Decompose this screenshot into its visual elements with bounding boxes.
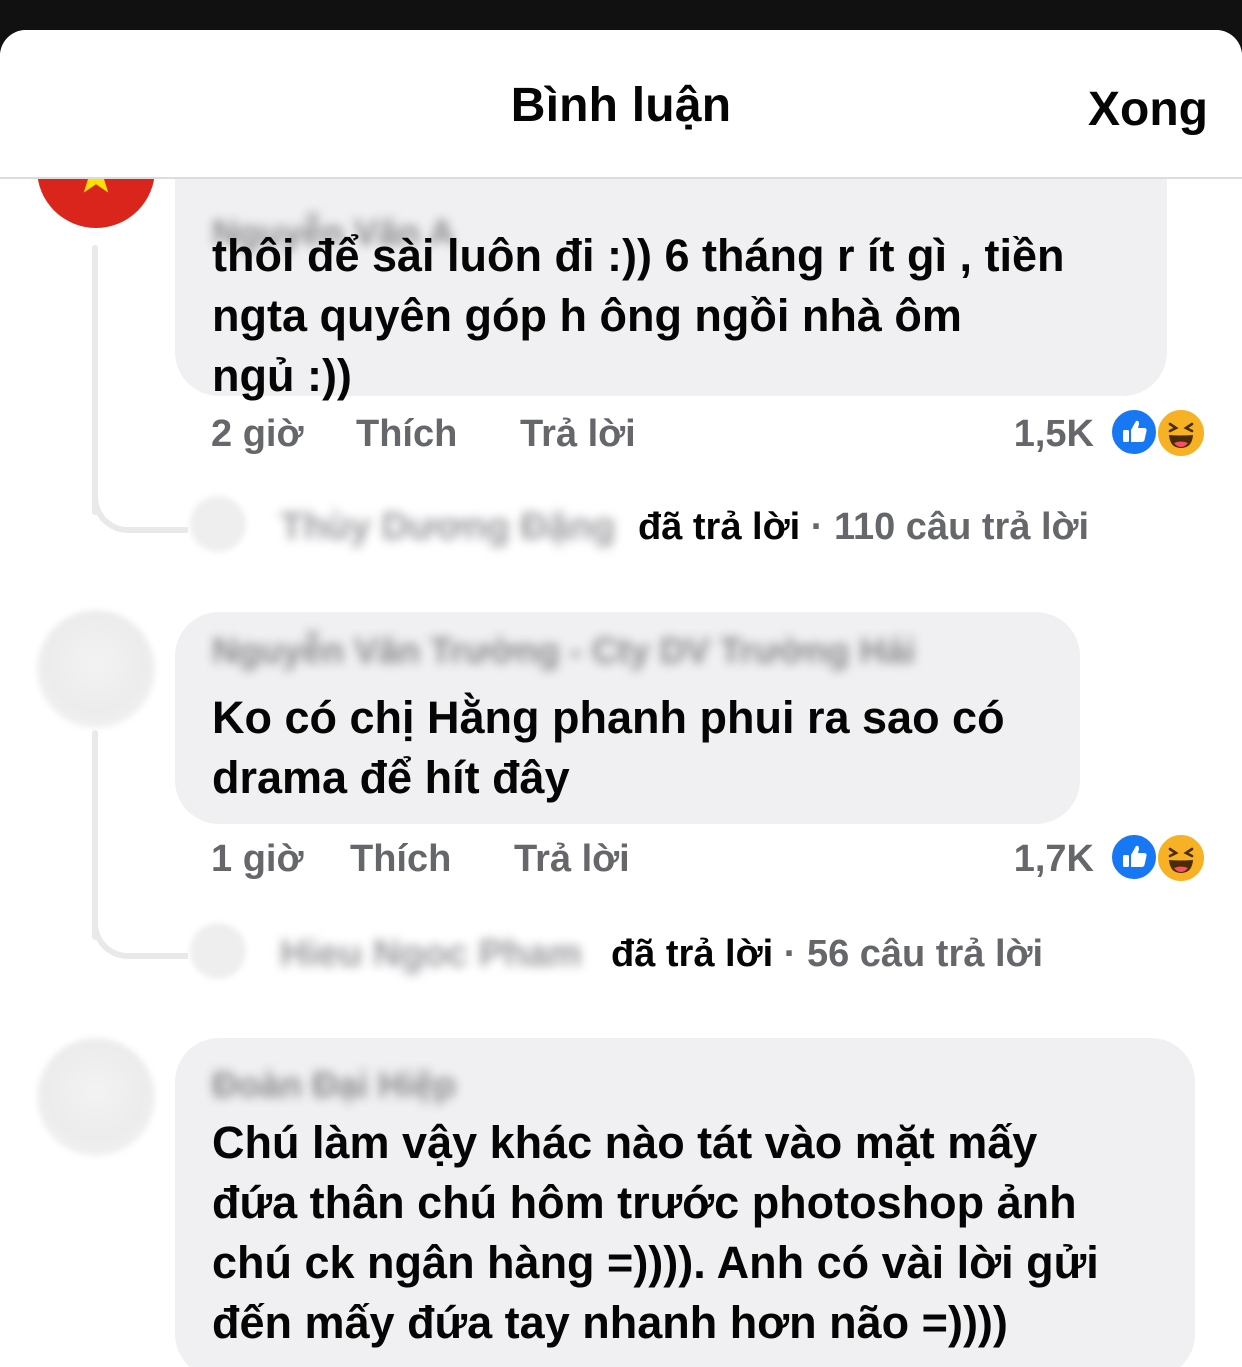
like-button[interactable]: Thích (356, 413, 457, 456)
comments-list[interactable]: Nguyễn Văn A thôi để sài luôn đi :)) 6 t… (0, 30, 1242, 1367)
replies-label: đã trả lời · 110 câu trả lời (638, 506, 1089, 549)
comment-time: 2 giờ (211, 413, 304, 455)
reply-avatar (190, 923, 246, 979)
comment-line: đứa thân chú hôm trước photoshop ảnh (212, 1177, 1077, 1228)
done-button[interactable]: Xong (1088, 82, 1208, 137)
reaction-summary[interactable] (1110, 833, 1208, 883)
sheet-header: Bình luận Xong (0, 30, 1242, 179)
comment-author[interactable]: Nguyễn Văn Trường - Cty DV Trường Hải (212, 630, 915, 672)
replied-text: đã trả lời (611, 933, 774, 975)
comment-time: 1 giờ (211, 838, 304, 880)
reply-count: · 56 câu trả lời (783, 933, 1044, 975)
comment-bubble[interactable]: Nguyễn Văn Trường - Cty DV Trường Hải Ko… (175, 612, 1080, 824)
comment-line: ngta quyên góp h ông ngồi nhà ôm (212, 290, 962, 341)
comment-line: đến mấy đứa tay nhanh hơn não =)))) (212, 1297, 1008, 1348)
comment-bubble[interactable]: Đoàn Đại Hiệp Chú làm vậy khác nào tát v… (175, 1038, 1195, 1367)
reply-button[interactable]: Trả lời (514, 838, 630, 881)
comment-line: chú ck ngân hàng =)))). Anh có vài lời g… (212, 1237, 1099, 1288)
comment-text: Chú làm vậy khác nào tát vào mặt mấy đứa… (212, 1113, 1099, 1353)
like-icon (1110, 408, 1158, 456)
thread-connector (92, 903, 188, 959)
comment-line: Ko có chị Hằng phanh phui ra sao có (212, 692, 1005, 743)
reply-author: Hieu Ngoc Pham (280, 933, 582, 975)
thread-line (92, 245, 98, 515)
like-button[interactable]: Thích (350, 838, 451, 881)
replied-text: đã trả lời (638, 506, 801, 548)
reaction-count[interactable]: 1,5K (1014, 413, 1094, 456)
reaction-count[interactable]: 1,7K (1014, 838, 1094, 881)
comment-line: Chú làm vậy khác nào tát vào mặt mấy (212, 1117, 1038, 1168)
comment-actions: 2 giờ Thích Trả lời 1,5K (0, 408, 1242, 463)
haha-icon (1156, 408, 1206, 458)
avatar[interactable] (37, 610, 155, 728)
comment-line: thôi để sài luôn đi :)) 6 tháng r ít gì … (212, 230, 1065, 281)
comment-line: ngủ :)) (212, 350, 352, 401)
comment-line: drama để hít đây (212, 752, 570, 803)
page-title: Bình luận (510, 79, 732, 132)
thread-connector (92, 477, 188, 533)
comment-text: Ko có chị Hằng phanh phui ra sao có dram… (212, 688, 1005, 808)
reply-button[interactable]: Trả lời (520, 413, 636, 456)
reply-author: Thùy Dương Đặng (280, 506, 616, 548)
reply-avatar (190, 496, 246, 552)
comments-sheet: Nguyễn Văn A thôi để sài luôn đi :)) 6 t… (0, 30, 1242, 1367)
comment-actions: 1 giờ Thích Trả lời 1,7K (0, 833, 1242, 888)
comment-text: thôi để sài luôn đi :)) 6 tháng r ít gì … (212, 226, 1064, 406)
reaction-summary[interactable] (1110, 408, 1208, 458)
comment-author[interactable]: Đoàn Đại Hiệp (212, 1064, 456, 1106)
replies-label: đã trả lời · 56 câu trả lời (611, 933, 1043, 976)
haha-icon (1156, 833, 1206, 883)
reply-count: · 110 câu trả lời (810, 506, 1090, 548)
like-icon (1110, 833, 1158, 881)
avatar[interactable] (37, 1038, 155, 1156)
